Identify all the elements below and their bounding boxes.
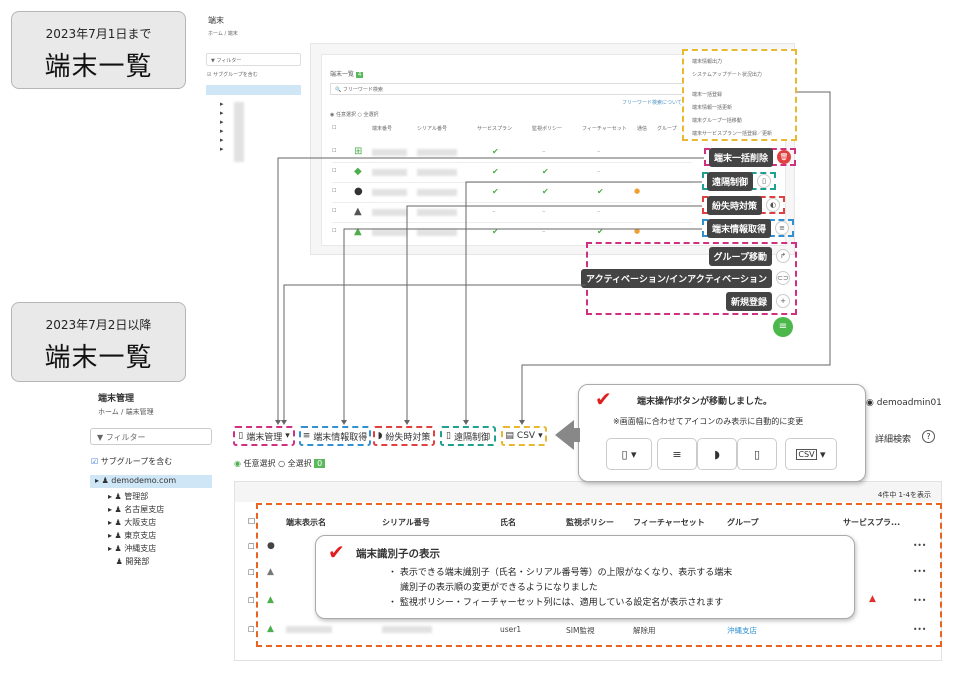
connector-lines <box>275 91 831 450</box>
